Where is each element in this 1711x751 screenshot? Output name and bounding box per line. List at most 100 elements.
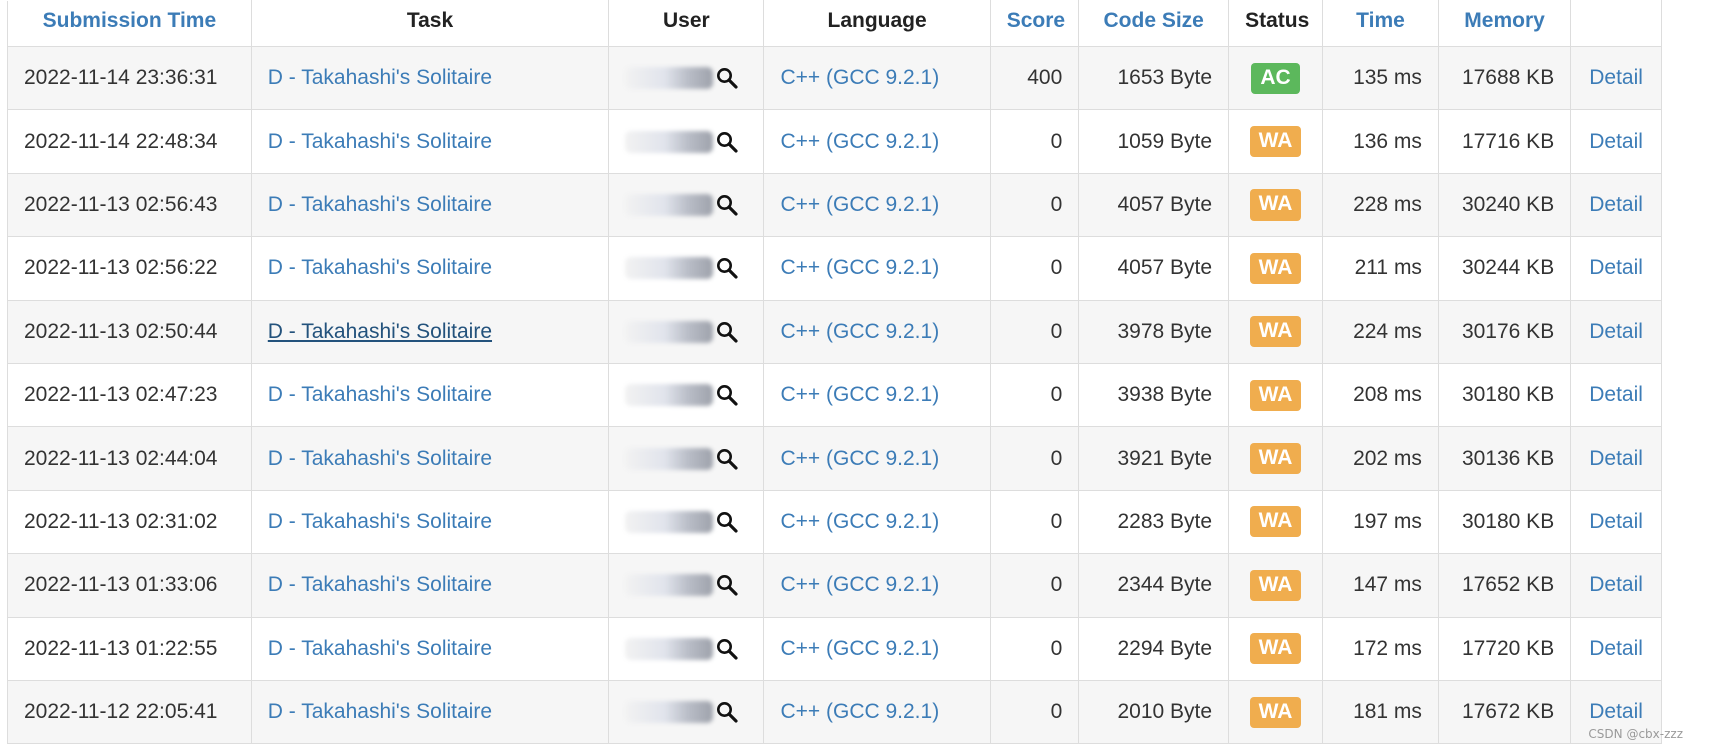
submission-time: 2022-11-13 01:33:06 [24, 573, 218, 597]
task-cell: D - Takahashi's Solitaire [250, 236, 610, 301]
score-cell: 400 [989, 45, 1080, 111]
detail-link[interactable]: Detail [1589, 573, 1643, 596]
score: 0 [1050, 129, 1063, 153]
user-name-blurred[interactable] [625, 637, 714, 660]
col-detail [1570, 0, 1662, 47]
user-name-blurred[interactable] [625, 257, 714, 280]
submission-time: 2022-11-13 01:22:55 [24, 636, 218, 660]
user-name-blurred[interactable] [625, 510, 714, 533]
language-link[interactable]: C++ (GCC 9.2.1) [780, 637, 939, 660]
detail-link[interactable]: Detail [1589, 510, 1643, 533]
task-cell: D - Takahashi's Solitaire [250, 679, 610, 745]
language-link[interactable]: C++ (GCC 9.2.1) [780, 447, 939, 470]
submission-time-cell: 2022-11-13 01:22:55 [7, 616, 252, 681]
detail-link[interactable]: Detail [1589, 256, 1643, 279]
task-link[interactable]: D - Takahashi's Solitaire [268, 256, 492, 279]
task-link[interactable]: D - Takahashi's Solitaire [268, 193, 492, 216]
detail-cell: Detail [1570, 362, 1662, 428]
code-size-cell: 3921 Byte [1078, 426, 1230, 491]
detail-link[interactable]: Detail [1589, 700, 1643, 723]
user-name-blurred[interactable] [625, 130, 714, 153]
submission-time: 2022-11-14 22:48:34 [24, 129, 218, 153]
magnifier-icon[interactable] [715, 700, 739, 724]
task-link[interactable]: D - Takahashi's Solitaire [268, 130, 492, 153]
language-link[interactable]: C++ (GCC 9.2.1) [780, 700, 939, 723]
memory: 30180 KB [1461, 383, 1555, 407]
magnifier-icon[interactable] [715, 320, 739, 344]
detail-link[interactable]: Detail [1589, 447, 1643, 470]
submission-time: 2022-11-13 02:50:44 [24, 319, 218, 343]
language-link[interactable]: C++ (GCC 9.2.1) [780, 66, 939, 89]
magnifier-icon[interactable] [715, 130, 739, 154]
magnifier-icon[interactable] [715, 383, 739, 407]
language-cell: C++ (GCC 9.2.1) [763, 553, 991, 618]
task-link[interactable]: D - Takahashi's Solitaire [268, 573, 492, 596]
status-badge: WA [1249, 316, 1302, 348]
memory-cell: 17688 KB [1437, 45, 1572, 111]
task-cell: D - Takahashi's Solitaire [250, 299, 610, 364]
language-link[interactable]: C++ (GCC 9.2.1) [780, 130, 939, 153]
user-name-blurred[interactable] [625, 447, 714, 470]
status-badge: WA [1249, 506, 1302, 538]
task-link[interactable]: D - Takahashi's Solitaire [268, 66, 492, 89]
score: 0 [1050, 383, 1063, 407]
col-code-size[interactable]: Code Size [1078, 0, 1230, 47]
task-link[interactable]: D - Takahashi's Solitaire [268, 700, 492, 723]
language-link[interactable]: C++ (GCC 9.2.1) [780, 573, 939, 596]
user-name-blurred[interactable] [625, 67, 714, 90]
user-name-blurred[interactable] [625, 384, 714, 407]
task-cell: D - Takahashi's Solitaire [250, 172, 610, 238]
task-link[interactable]: D - Takahashi's Solitaire [268, 383, 492, 406]
table-row: 2022-11-14 23:36:31 D - Takahashi's Solit… [7, 45, 1662, 111]
language-link[interactable]: C++ (GCC 9.2.1) [780, 256, 939, 279]
detail-link[interactable]: Detail [1589, 130, 1643, 153]
code-size: 3938 Byte [1117, 383, 1213, 407]
code-size: 3921 Byte [1117, 446, 1213, 470]
memory: 30240 KB [1461, 192, 1555, 216]
magnifier-icon[interactable] [715, 447, 739, 471]
language-link[interactable]: C++ (GCC 9.2.1) [780, 320, 939, 343]
detail-link[interactable]: Detail [1589, 637, 1643, 660]
exec-time: 172 ms [1353, 636, 1422, 660]
code-size: 4057 Byte [1117, 192, 1213, 216]
status-cell: AC [1228, 45, 1324, 111]
detail-link[interactable]: Detail [1589, 66, 1643, 89]
submission-time-cell: 2022-11-12 22:05:41 [7, 679, 252, 745]
task-link[interactable]: D - Takahashi's Solitaire [268, 510, 492, 533]
memory: 30244 KB [1461, 256, 1555, 280]
submission-time-cell: 2022-11-13 02:44:04 [7, 426, 252, 491]
user-cell [608, 109, 765, 174]
status-badge: AC [1251, 62, 1300, 94]
magnifier-icon[interactable] [715, 256, 739, 280]
magnifier-icon[interactable] [715, 510, 739, 534]
col-submission-time[interactable]: Submission Time [7, 0, 252, 47]
user-name-blurred[interactable] [625, 193, 714, 216]
detail-link[interactable]: Detail [1589, 383, 1643, 406]
language-cell: C++ (GCC 9.2.1) [763, 489, 991, 555]
task-link[interactable]: D - Takahashi's Solitaire [268, 320, 492, 343]
col-memory[interactable]: Memory [1437, 0, 1572, 47]
language-link[interactable]: C++ (GCC 9.2.1) [780, 193, 939, 216]
magnifier-icon[interactable] [715, 66, 739, 90]
score-cell: 0 [989, 299, 1080, 364]
user-name-blurred[interactable] [625, 320, 714, 343]
magnifier-icon[interactable] [715, 637, 739, 661]
task-link[interactable]: D - Takahashi's Solitaire [268, 447, 492, 470]
language-link[interactable]: C++ (GCC 9.2.1) [780, 383, 939, 406]
task-cell: D - Takahashi's Solitaire [250, 362, 610, 428]
col-user: User [608, 0, 765, 47]
code-size: 2283 Byte [1117, 509, 1213, 533]
magnifier-icon[interactable] [715, 193, 739, 217]
detail-link[interactable]: Detail [1589, 320, 1643, 343]
col-time[interactable]: Time [1322, 0, 1439, 47]
col-score[interactable]: Score [989, 0, 1080, 47]
code-size-cell: 2283 Byte [1078, 489, 1230, 555]
code-size-cell: 4057 Byte [1078, 236, 1230, 301]
code-size: 1059 Byte [1117, 129, 1213, 153]
detail-link[interactable]: Detail [1589, 193, 1643, 216]
user-name-blurred[interactable] [625, 701, 714, 724]
magnifier-icon[interactable] [715, 573, 739, 597]
user-name-blurred[interactable] [625, 574, 714, 597]
task-link[interactable]: D - Takahashi's Solitaire [268, 637, 492, 660]
language-link[interactable]: C++ (GCC 9.2.1) [780, 510, 939, 533]
